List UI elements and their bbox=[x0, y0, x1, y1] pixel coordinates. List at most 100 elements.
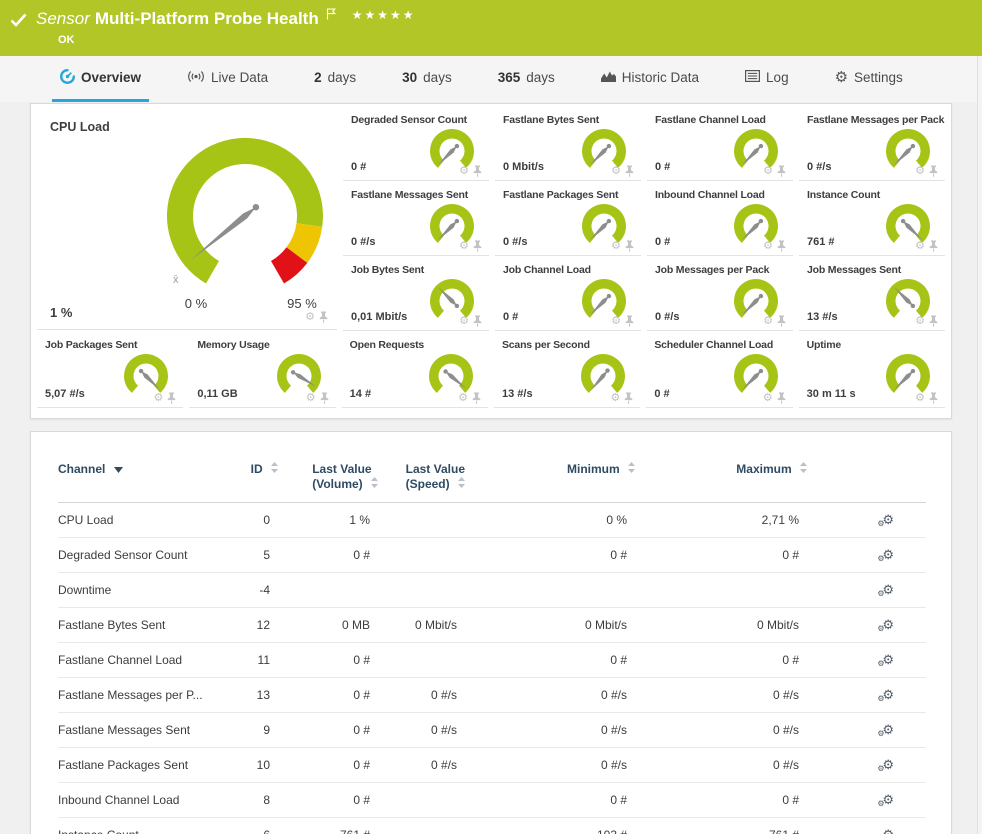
sort-icon[interactable] bbox=[458, 477, 465, 488]
gauge-settings-gear-icon[interactable]: ⚙ bbox=[459, 316, 469, 327]
cell-channel[interactable]: Fastlane Packages Sent bbox=[58, 748, 218, 783]
channel-settings-icon[interactable]: ⚙⚙ bbox=[882, 548, 894, 561]
cell-channel[interactable]: Fastlane Messages per P... bbox=[58, 678, 218, 713]
scrollbar-track[interactable] bbox=[977, 56, 982, 834]
gauge-settings-gear-icon[interactable]: ⚙ bbox=[611, 166, 621, 177]
cell-channel[interactable]: Downtime bbox=[58, 573, 218, 608]
cell-last-value-volume: 0 # bbox=[278, 713, 378, 748]
sort-icon[interactable] bbox=[371, 477, 378, 488]
gauge-settings-gear-icon[interactable]: ⚙ bbox=[458, 393, 468, 404]
sort-icon[interactable] bbox=[628, 462, 635, 473]
channel-settings-icon[interactable]: ⚙⚙ bbox=[882, 688, 894, 701]
cell-last-value-speed: 0 #/s bbox=[378, 748, 465, 783]
tab-log[interactable]: Log bbox=[737, 56, 797, 102]
channel-settings-icon[interactable]: ⚙⚙ bbox=[882, 653, 894, 666]
gauge-value: 0 #/s bbox=[655, 311, 679, 323]
gauge-settings-gear-icon[interactable]: ⚙ bbox=[763, 393, 773, 404]
gauge-value: 0 # bbox=[655, 236, 670, 248]
gauge-settings-gear-icon[interactable]: ⚙ bbox=[305, 312, 315, 323]
channel-row-downtime[interactable]: Downtime-4⚙⚙ bbox=[58, 573, 926, 608]
pin-icon[interactable] bbox=[777, 240, 786, 252]
pin-icon[interactable] bbox=[929, 240, 938, 252]
tab-settings[interactable]: ⚙Settings bbox=[827, 56, 911, 102]
gauge-settings-gear-icon[interactable]: ⚙ bbox=[763, 241, 773, 252]
gauge-settings-gear-icon[interactable]: ⚙ bbox=[459, 166, 469, 177]
scale-max-label: 95 % bbox=[278, 296, 326, 311]
pin-icon[interactable] bbox=[167, 392, 176, 404]
channel-settings-icon[interactable]: ⚙⚙ bbox=[882, 828, 894, 834]
pin-icon[interactable] bbox=[929, 392, 938, 404]
tab-historic-data[interactable]: Historic Data bbox=[593, 56, 707, 102]
pin-icon[interactable] bbox=[473, 165, 482, 177]
gauge-settings-gear-icon[interactable]: ⚙ bbox=[153, 393, 163, 404]
pin-icon[interactable] bbox=[929, 315, 938, 327]
channel-row-fastlane-messages-sent[interactable]: Fastlane Messages Sent90 #0 #/s0 #/s0 #/… bbox=[58, 713, 926, 748]
column-header-last-value-volume[interactable]: Last Value(Volume) bbox=[278, 448, 378, 503]
sort-desc-icon[interactable] bbox=[114, 467, 123, 473]
priority-stars[interactable]: ★★★★★ bbox=[352, 8, 416, 22]
channel-settings-icon[interactable]: ⚙⚙ bbox=[882, 513, 894, 526]
column-header-minimum[interactable]: Minimum bbox=[465, 448, 635, 503]
pin-icon[interactable] bbox=[777, 165, 786, 177]
channel-row-fastlane-messages-per-p[interactable]: Fastlane Messages per P...130 #0 #/s0 #/… bbox=[58, 678, 926, 713]
cell-channel[interactable]: Degraded Sensor Count bbox=[58, 538, 218, 573]
channel-settings-icon[interactable]: ⚙⚙ bbox=[882, 758, 894, 771]
cell-channel[interactable]: Fastlane Channel Load bbox=[58, 643, 218, 678]
gauge-settings-gear-icon[interactable]: ⚙ bbox=[915, 241, 925, 252]
channel-row-fastlane-channel-load[interactable]: Fastlane Channel Load110 #0 #0 #⚙⚙ bbox=[58, 643, 926, 678]
channel-row-fastlane-packages-sent[interactable]: Fastlane Packages Sent100 #0 #/s0 #/s0 #… bbox=[58, 748, 926, 783]
channel-settings-icon[interactable]: ⚙⚙ bbox=[882, 583, 894, 596]
column-header-last-value-speed[interactable]: Last Value(Speed) bbox=[378, 448, 465, 503]
tab-bar: Overview Live Data 2days 30days 365days Histo… bbox=[0, 56, 982, 102]
gauge-settings-gear-icon[interactable]: ⚙ bbox=[306, 393, 316, 404]
tab-30-days[interactable]: 30days bbox=[394, 56, 460, 102]
pin-icon[interactable] bbox=[625, 165, 634, 177]
channel-row-instance-count[interactable]: Instance Count6761 #103 #761 #⚙⚙ bbox=[58, 818, 926, 834]
column-header-channel[interactable]: Channel bbox=[58, 448, 218, 503]
channel-row-cpu-load[interactable]: CPU Load01 %0 %2,71 %⚙⚙ bbox=[58, 503, 926, 538]
column-header-id[interactable]: ID bbox=[218, 448, 278, 503]
cell-channel[interactable]: Fastlane Messages Sent bbox=[58, 713, 218, 748]
flag-icon[interactable] bbox=[326, 5, 336, 24]
pin-icon[interactable] bbox=[777, 392, 786, 404]
cell-id: 11 bbox=[218, 643, 278, 678]
pin-icon[interactable] bbox=[929, 165, 938, 177]
gauge-settings-gear-icon[interactable]: ⚙ bbox=[915, 166, 925, 177]
pin-icon[interactable] bbox=[625, 315, 634, 327]
tab-365-days[interactable]: 365days bbox=[490, 56, 563, 102]
cell-last-value-speed bbox=[378, 503, 465, 538]
pin-icon[interactable] bbox=[319, 311, 328, 323]
channel-row-fastlane-bytes-sent[interactable]: Fastlane Bytes Sent120 MB0 Mbit/s0 Mbit/… bbox=[58, 608, 926, 643]
sort-icon[interactable] bbox=[271, 462, 278, 473]
cell-channel[interactable]: Inbound Channel Load bbox=[58, 783, 218, 818]
gauge-settings-gear-icon[interactable]: ⚙ bbox=[763, 316, 773, 327]
cell-channel[interactable]: CPU Load bbox=[58, 503, 218, 538]
gauge-settings-gear-icon[interactable]: ⚙ bbox=[459, 241, 469, 252]
gauge-settings-gear-icon[interactable]: ⚙ bbox=[915, 393, 925, 404]
pin-icon[interactable] bbox=[625, 240, 634, 252]
pin-icon[interactable] bbox=[624, 392, 633, 404]
gauge-settings-gear-icon[interactable]: ⚙ bbox=[611, 241, 621, 252]
pin-icon[interactable] bbox=[320, 392, 329, 404]
pin-icon[interactable] bbox=[777, 315, 786, 327]
tab-live-data[interactable]: Live Data bbox=[179, 56, 276, 102]
channel-row-degraded-sensor-count[interactable]: Degraded Sensor Count50 #0 #0 #⚙⚙ bbox=[58, 538, 926, 573]
gauge-settings-gear-icon[interactable]: ⚙ bbox=[611, 316, 621, 327]
cell-maximum: 0 #/s bbox=[635, 678, 807, 713]
channel-settings-icon[interactable]: ⚙⚙ bbox=[882, 723, 894, 736]
pin-icon[interactable] bbox=[473, 240, 482, 252]
sort-icon[interactable] bbox=[800, 462, 807, 473]
gauge-settings-gear-icon[interactable]: ⚙ bbox=[915, 316, 925, 327]
cell-channel[interactable]: Fastlane Bytes Sent bbox=[58, 608, 218, 643]
gauge-settings-gear-icon[interactable]: ⚙ bbox=[610, 393, 620, 404]
gauge-settings-gear-icon[interactable]: ⚙ bbox=[763, 166, 773, 177]
column-header-maximum[interactable]: Maximum bbox=[635, 448, 807, 503]
channel-settings-icon[interactable]: ⚙⚙ bbox=[882, 618, 894, 631]
tab-2-days[interactable]: 2days bbox=[306, 56, 364, 102]
pin-icon[interactable] bbox=[472, 392, 481, 404]
channel-settings-icon[interactable]: ⚙⚙ bbox=[882, 793, 894, 806]
cell-channel[interactable]: Instance Count bbox=[58, 818, 218, 834]
channel-row-inbound-channel-load[interactable]: Inbound Channel Load80 #0 #0 #⚙⚙ bbox=[58, 783, 926, 818]
pin-icon[interactable] bbox=[473, 315, 482, 327]
tab-overview[interactable]: Overview bbox=[52, 56, 149, 102]
